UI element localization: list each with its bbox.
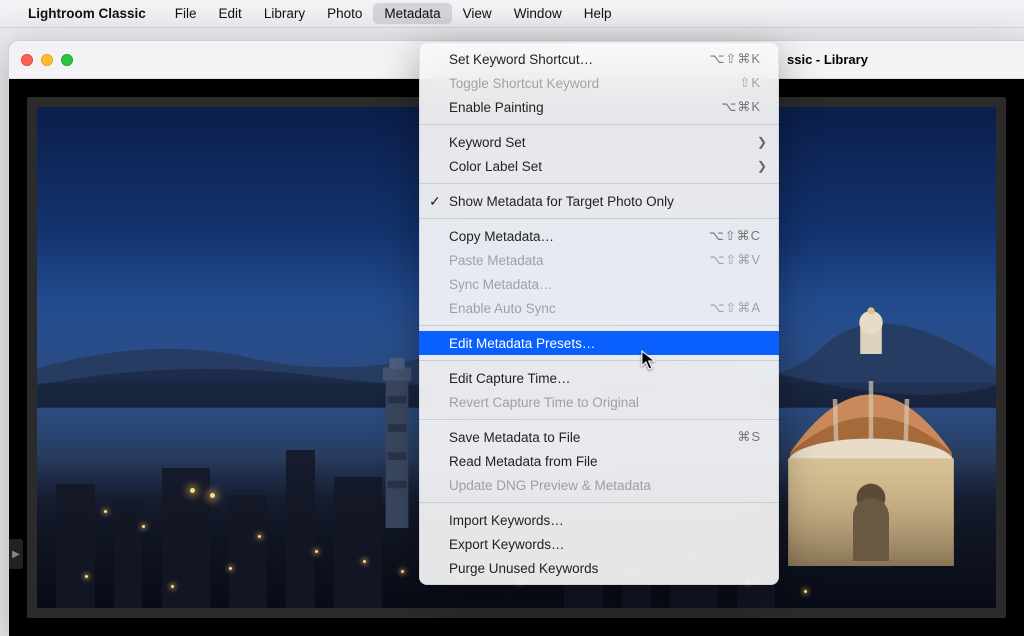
menu-item-edit-metadata-presets[interactable]: Edit Metadata Presets…: [419, 331, 779, 355]
chevron-right-icon: ❯: [757, 159, 767, 173]
menu-item-save-metadata-to-file[interactable]: Save Metadata to File⌘S: [419, 425, 779, 449]
menu-item-enable-auto-sync: Enable Auto Sync⌥⇧⌘A: [419, 296, 779, 320]
menu-item-purge-unused-keywords[interactable]: Purge Unused Keywords: [419, 556, 779, 580]
menu-item-show-metadata-for-target-photo-only[interactable]: ✓ Show Metadata for Target Photo Only: [419, 189, 779, 213]
menu-item-label: Enable Painting: [449, 100, 721, 115]
menu-item-export-keywords[interactable]: Export Keywords…: [419, 532, 779, 556]
menu-separator: [419, 124, 779, 125]
menu-separator: [419, 183, 779, 184]
menu-item-label: Revert Capture Time to Original: [449, 395, 761, 410]
menu-item-label: Save Metadata to File: [449, 430, 737, 445]
minimize-window-button[interactable]: [41, 54, 53, 66]
menu-item-shortcut: ⌥⇧⌘K: [709, 51, 761, 67]
menu-item-enable-painting[interactable]: Enable Painting⌥⌘K: [419, 95, 779, 119]
photo-tower: [367, 358, 427, 528]
menu-metadata[interactable]: Metadata: [373, 3, 451, 24]
menu-photo[interactable]: Photo: [316, 3, 373, 24]
menu-item-import-keywords[interactable]: Import Keywords…: [419, 508, 779, 532]
menu-item-label: Read Metadata from File: [449, 454, 761, 469]
menu-separator: [419, 325, 779, 326]
menu-item-label: Purge Unused Keywords: [449, 561, 761, 576]
menu-item-label: Show Metadata for Target Photo Only: [449, 194, 761, 209]
menu-item-update-dng-preview-metadata: Update DNG Preview & Metadata: [419, 473, 779, 497]
close-window-button[interactable]: [21, 54, 33, 66]
menu-window[interactable]: Window: [503, 3, 573, 24]
chevron-right-icon: ❯: [757, 135, 767, 149]
menu-separator: [419, 502, 779, 503]
menu-item-shortcut: ⌥⌘K: [721, 99, 761, 115]
menu-item-label: Copy Metadata…: [449, 229, 709, 244]
menu-item-label: Import Keywords…: [449, 513, 761, 528]
menu-item-shortcut: ⌥⇧⌘V: [709, 252, 761, 268]
menu-list: FileEditLibraryPhotoMetadataViewWindowHe…: [164, 3, 623, 24]
menu-item-read-metadata-from-file[interactable]: Read Metadata from File: [419, 449, 779, 473]
menu-item-color-label-set[interactable]: Color Label Set❯: [419, 154, 779, 178]
menu-item-edit-capture-time[interactable]: Edit Capture Time…: [419, 366, 779, 390]
menubar: Lightroom Classic FileEditLibraryPhotoMe…: [0, 0, 1024, 28]
menu-separator: [419, 218, 779, 219]
app-name[interactable]: Lightroom Classic: [28, 6, 146, 21]
left-panel-expand-handle[interactable]: ▶: [9, 539, 23, 569]
menu-item-label: Update DNG Preview & Metadata: [449, 478, 761, 493]
menu-item-label: Toggle Shortcut Keyword: [449, 76, 739, 91]
menu-item-label: Edit Capture Time…: [449, 371, 761, 386]
metadata-menu-dropdown: Set Keyword Shortcut…⌥⇧⌘KToggle Shortcut…: [419, 42, 779, 585]
menu-file[interactable]: File: [164, 3, 208, 24]
menu-item-copy-metadata[interactable]: Copy Metadata…⌥⇧⌘C: [419, 224, 779, 248]
menu-item-shortcut: ⌥⇧⌘C: [709, 228, 761, 244]
menu-item-label: Sync Metadata…: [449, 277, 761, 292]
menu-item-label: Paste Metadata: [449, 253, 709, 268]
menu-item-label: Enable Auto Sync: [449, 301, 709, 316]
menu-item-shortcut: ⌘S: [737, 429, 761, 445]
chevron-right-icon: ▶: [12, 549, 20, 560]
menu-item-sync-metadata: Sync Metadata…: [419, 272, 779, 296]
menu-item-set-keyword-shortcut[interactable]: Set Keyword Shortcut…⌥⇧⌘K: [419, 47, 779, 71]
menu-item-shortcut: ⇧K: [739, 75, 761, 91]
menu-item-label: Edit Metadata Presets…: [449, 336, 761, 351]
menu-edit[interactable]: Edit: [208, 3, 253, 24]
menu-item-label: Color Label Set: [449, 159, 761, 174]
menu-library[interactable]: Library: [253, 3, 316, 24]
menu-item-toggle-shortcut-keyword: Toggle Shortcut Keyword⇧K: [419, 71, 779, 95]
menu-separator: [419, 419, 779, 420]
menu-item-label: Keyword Set: [449, 135, 761, 150]
window-controls: [21, 54, 73, 66]
menu-help[interactable]: Help: [573, 3, 623, 24]
menu-separator: [419, 360, 779, 361]
menu-view[interactable]: View: [452, 3, 503, 24]
window-title-right: ssic - Library: [787, 52, 868, 67]
menu-item-label: Set Keyword Shortcut…: [449, 52, 709, 67]
menu-item-shortcut: ⌥⇧⌘A: [709, 300, 761, 316]
menu-item-label: Export Keywords…: [449, 537, 761, 552]
menu-item-paste-metadata: Paste Metadata⌥⇧⌘V: [419, 248, 779, 272]
menu-item-keyword-set[interactable]: Keyword Set❯: [419, 130, 779, 154]
check-icon: ✓: [429, 193, 441, 210]
fullscreen-window-button[interactable]: [61, 54, 73, 66]
menu-item-revert-capture-time-to-original: Revert Capture Time to Original: [419, 390, 779, 414]
